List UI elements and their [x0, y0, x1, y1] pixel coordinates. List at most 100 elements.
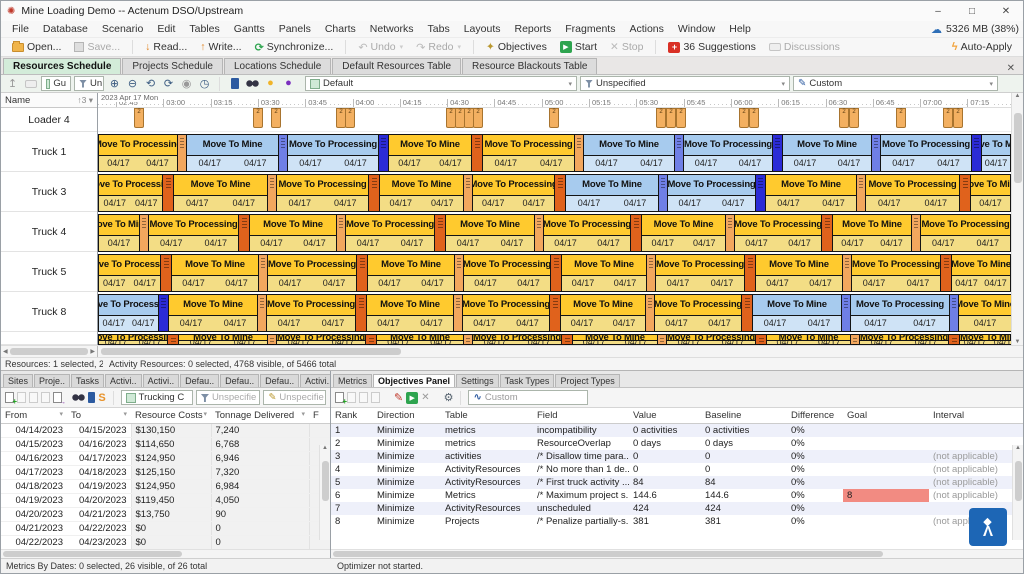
doc-tab-resource-blackouts-table[interactable]: Resource Blackouts Table: [462, 58, 597, 74]
objective-row[interactable]: 6MinimizeMetrics/* Maximum project s...1…: [331, 489, 1023, 502]
menu-window[interactable]: Window: [671, 22, 722, 36]
activity-separator-bar[interactable]: [756, 334, 766, 345]
optimizer-settings-icon[interactable]: ⚙: [444, 391, 454, 404]
suggestions-button[interactable]: +36 Suggestions: [663, 40, 760, 54]
activity-separator-bar[interactable]: [941, 254, 951, 292]
read-button[interactable]: ↓Read...: [140, 40, 192, 54]
menu-reports[interactable]: Reports: [508, 22, 559, 36]
export-icon[interactable]: [371, 392, 380, 403]
activity-separator-bar[interactable]: [268, 174, 276, 212]
name-column-hscrollbar[interactable]: ◀▶: [1, 346, 98, 357]
left-tab-proje-[interactable]: Proje..: [34, 374, 70, 387]
activity-bar[interactable]: Move To Processing04/1704/17: [472, 334, 562, 345]
maximize-button[interactable]: □: [955, 1, 989, 21]
name-column-header[interactable]: Name ↑3 ▾: [1, 93, 97, 108]
menu-actions[interactable]: Actions: [622, 22, 670, 36]
gantt-resource-name[interactable]: [1, 332, 97, 345]
activity-bar[interactable]: Move To Mine04/17: [981, 134, 1011, 172]
activity-bar[interactable]: Move To Processing04/1704/17: [666, 334, 756, 345]
activity-bar[interactable]: Move To Mine04/1704/17: [173, 174, 268, 212]
activity-bar[interactable]: Move To Processing04/1704/17: [683, 134, 773, 172]
style-combo[interactable]: ✎Unspecifie: [263, 390, 326, 405]
activity-bar[interactable]: Move To Processing04/1704/17: [345, 214, 435, 252]
activity-separator-bar[interactable]: [551, 254, 561, 292]
activity-separator-bar[interactable]: [464, 334, 472, 345]
loader-activity-bar[interactable]: 2: [666, 108, 676, 128]
gantt-vertical-scrollbar[interactable]: ▲ ▼: [1011, 93, 1023, 345]
objective-row[interactable]: 4MinimizeActivityResources/* No more tha…: [331, 463, 1023, 476]
paste-icon[interactable]: [41, 392, 50, 403]
gantt-layout-combo[interactable]: Default▾: [305, 76, 577, 91]
activity-bar[interactable]: Move To Mine04/1704/17: [186, 134, 279, 172]
activity-separator-bar[interactable]: [472, 134, 482, 172]
undo-button[interactable]: ↶Undo▾: [353, 40, 408, 55]
activity-separator-bar[interactable]: [742, 294, 752, 332]
activity-bar[interactable]: Move To Mine04/17: [98, 214, 140, 252]
loader-activity-bar[interactable]: 2: [656, 108, 666, 128]
stop-button[interactable]: ✕Stop: [605, 40, 648, 54]
activity-separator-bar[interactable]: [435, 214, 445, 252]
gantt-timeline[interactable]: 2023 Apr 17 Mon 02:4503:0003:1503:3003:4…: [98, 93, 1011, 108]
activity-separator-bar[interactable]: [646, 294, 654, 332]
activity-separator-bar[interactable]: [239, 214, 249, 252]
activity-bar[interactable]: Move To Processing04/1704/17: [98, 294, 159, 332]
activity-bar[interactable]: Move To Processing04/1704/17: [654, 294, 742, 332]
purple-dot-icon[interactable]: ●: [281, 76, 296, 91]
activity-separator-bar[interactable]: [159, 294, 168, 332]
filter-combo[interactable]: Unspecifie: [196, 390, 261, 405]
scroll-down-icon[interactable]: ▼: [1015, 339, 1021, 345]
export-icon[interactable]: ↥: [5, 76, 20, 91]
gantt-close-icon[interactable]: ✕: [1001, 63, 1021, 74]
column-header-baseline[interactable]: Baseline: [701, 408, 787, 424]
activity-separator-bar[interactable]: [454, 294, 462, 332]
activity-bar[interactable]: Move To Mine04/1704/17: [376, 334, 464, 345]
column-header-interval[interactable]: Interval: [929, 408, 1023, 424]
activity-separator-bar[interactable]: [268, 334, 276, 345]
zoom-in-icon[interactable]: ⊕: [107, 76, 122, 91]
activity-separator-bar[interactable]: [379, 134, 388, 172]
activity-bar[interactable]: Move To Processing04/1704/17: [859, 334, 949, 345]
loader-activity-bar[interactable]: 2: [739, 108, 749, 128]
activity-bar[interactable]: Move To Mine04/17: [958, 294, 1011, 332]
activity-bar[interactable]: Move To Mine04/1704/17: [572, 334, 658, 345]
activity-separator-bar[interactable]: [756, 174, 765, 212]
right-table-vscrollbar[interactable]: ▲: [1012, 445, 1023, 540]
activity-separator-bar[interactable]: [857, 174, 865, 212]
column-header-resource-costs[interactable]: Resource Costs▾: [131, 408, 211, 424]
activity-separator-bar[interactable]: [843, 254, 851, 292]
column-header-table[interactable]: Table: [441, 408, 533, 424]
activity-separator-bar[interactable]: [555, 174, 565, 212]
comment-icon[interactable]: [23, 76, 38, 91]
loader-activity-bar[interactable]: 2: [749, 108, 759, 128]
activity-separator-bar[interactable]: [949, 334, 959, 345]
activity-separator-bar[interactable]: [658, 334, 666, 345]
activity-separator-bar[interactable]: [631, 214, 641, 252]
sort-indicator[interactable]: ↑3 ▾: [77, 95, 93, 106]
left-tab-sites[interactable]: Sites: [3, 374, 33, 387]
activity-bar[interactable]: Move To Processing04/1704/17: [865, 174, 960, 212]
copy-icon[interactable]: [347, 392, 356, 403]
activity-bar[interactable]: Move To Processing04/1704/17: [543, 214, 631, 252]
activity-bar[interactable]: Move To Mine04/1704/17: [178, 334, 268, 345]
activity-separator-bar[interactable]: [960, 174, 970, 212]
activity-bar[interactable]: Move To Processing04/1704/17: [267, 254, 357, 292]
gantt-resource-name[interactable]: Loader 4: [1, 108, 97, 132]
menu-tables[interactable]: Tables: [182, 22, 226, 36]
objective-row[interactable]: 1Minimizemetricsincompatibility0 activit…: [331, 424, 1023, 438]
activity-separator-bar[interactable]: [140, 214, 148, 252]
activity-separator-bar[interactable]: [773, 134, 782, 172]
column-header-difference[interactable]: Difference: [787, 408, 843, 424]
table-row[interactable]: 04/21/202304/22/2023$00: [1, 522, 330, 536]
table-row[interactable]: 04/20/202304/21/2023$13,75090: [1, 508, 330, 522]
column-header-to[interactable]: To▾: [67, 408, 131, 424]
activity-separator-bar[interactable]: [258, 294, 266, 332]
run-optimizer-icon[interactable]: ▶: [406, 392, 418, 404]
objective-row[interactable]: 3Minimizeactivities/* Disallow time para…: [331, 450, 1023, 463]
menu-networks[interactable]: Networks: [363, 22, 421, 36]
write-button[interactable]: ↑Write...: [195, 40, 246, 54]
column-header-from[interactable]: From▾: [1, 408, 67, 424]
activity-separator-bar[interactable]: [535, 214, 543, 252]
activity-bar[interactable]: Move To Processing04/1704/17: [734, 214, 822, 252]
sum-icon[interactable]: S: [98, 392, 105, 404]
table-row[interactable]: 04/16/202304/17/2023$124,9506,946: [1, 452, 330, 466]
